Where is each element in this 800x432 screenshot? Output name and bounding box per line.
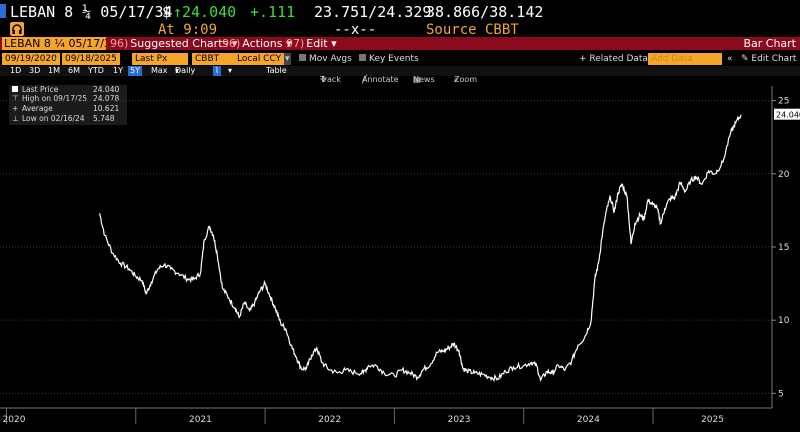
x-axis: 2020 2021 2022 2023 2024 2025: [0, 407, 772, 425]
quote-time: At 9:09: [158, 22, 218, 38]
annotate-label: Annotate: [362, 75, 399, 84]
edit-chart-label: Edit Chart: [751, 54, 797, 64]
chevron-down-icon: ▾: [175, 66, 180, 75]
end-date-field[interactable]: 09/18/2025: [62, 53, 120, 65]
period-1m[interactable]: 1M: [48, 66, 60, 76]
date-separator: -: [55, 54, 59, 64]
quote-size: --x--: [334, 22, 377, 38]
period-5y[interactable]: 5Y: [128, 66, 142, 76]
pencil-icon: ✎: [741, 54, 752, 64]
last-price-line: [99, 114, 742, 383]
checkbox-icon: [359, 54, 366, 61]
y-axis: 5 10 15 20 25: [771, 86, 790, 408]
ticker-subrow: At 9:09 --x-- Source CBBT: [0, 22, 800, 38]
x-tick-label: 2025: [701, 415, 724, 425]
chevron-down-icon[interactable]: ▾: [228, 66, 232, 76]
zoom-label: Zoom: [454, 75, 478, 84]
function-menu-bar: LEBAN 8 ¼ 05/17/3 96) Suggested Charts ▾ …: [0, 37, 800, 50]
x-tick-label: 2020: [3, 415, 26, 425]
chevron-down-icon[interactable]: ▾: [284, 53, 291, 65]
security-field[interactable]: LEBAN 8 ¼ 05/17/3: [2, 37, 106, 50]
last-price-tag: 24.040: [774, 108, 800, 120]
suggested-charts-menu[interactable]: 96) Suggested Charts ▾: [110, 37, 237, 50]
chevron-down-icon: ▾: [327, 37, 337, 50]
price-chart[interactable]: 2020 2021 2022 2023 2024 2025 510152025 24.04…: [0, 86, 800, 432]
actions-code: 96): [222, 37, 241, 50]
headphones-icon[interactable]: [10, 22, 24, 36]
checkbox-icon: [299, 54, 306, 61]
x-tick-label: 2022: [318, 415, 341, 425]
pricing-source: Source CBBT: [426, 22, 519, 38]
suggested-charts-label: Suggested Charts: [130, 37, 229, 50]
x-tick-label: 2021: [189, 415, 212, 425]
security-marker: [0, 4, 6, 18]
last-price: 24.040: [182, 3, 237, 21]
edit-code: 97): [286, 37, 305, 50]
period-bar: 1D 3D 1M 6M YTD 1Y 5Y Max Daily ▾ ⌇ ▾ Ta…: [0, 66, 800, 76]
x-tick-label: 2024: [577, 415, 600, 425]
period-3d[interactable]: 3D: [29, 66, 40, 76]
suggested-charts-code: 96): [110, 37, 129, 50]
last-price-tag-text: 24.040: [776, 111, 800, 120]
collapse-icon[interactable]: «: [724, 53, 736, 65]
chart-controls: 09/19/2020 - 09/18/2025 Last Px CBBT Loc…: [0, 53, 800, 65]
edit-label: Edit: [306, 37, 328, 50]
ticker-row: LEBAN 8 ¼ 05/17/34 $ ↑ 24.040 +.111 23.7…: [0, 0, 800, 22]
actions-menu[interactable]: 96) Actions ▾: [222, 37, 292, 50]
price-prefix: $: [162, 3, 172, 21]
period-max[interactable]: Max: [151, 66, 168, 76]
y-tick-label: 20: [778, 170, 790, 180]
up-arrow-icon: ↑: [173, 3, 183, 21]
edit-menu[interactable]: 97) Edit ▾: [286, 37, 337, 50]
key-events-toggle[interactable]: Key Events: [356, 53, 422, 65]
y-tick-label: 25: [778, 97, 789, 107]
source-selector[interactable]: CBBT: [192, 53, 234, 65]
price-change: +.111: [250, 3, 296, 21]
period-ytd[interactable]: YTD: [88, 66, 104, 76]
period-1d[interactable]: 1D: [10, 66, 21, 76]
currency-selector[interactable]: Local CCY: [234, 53, 284, 65]
mov-avgs-toggle[interactable]: Mov Avgs: [296, 53, 355, 65]
period-1y[interactable]: 1Y: [113, 66, 123, 76]
track-label: Track: [320, 75, 341, 84]
news-label: News: [413, 75, 435, 84]
yield-values: 38.866/38.142: [426, 3, 544, 21]
line-chart-icon[interactable]: ⌇: [213, 66, 221, 76]
add-data-input[interactable]: Add Data: [648, 53, 722, 65]
field-selector[interactable]: Last Px: [132, 53, 188, 65]
ticker-label[interactable]: LEBAN 8 ¼ 05/17/34: [10, 3, 173, 21]
y-tick-label: 10: [778, 316, 790, 326]
key-events-label: Key Events: [369, 54, 419, 64]
edit-chart-button[interactable]: ✎ Edit Chart: [738, 53, 799, 65]
start-date-field[interactable]: 09/19/2020: [2, 53, 60, 65]
related-data-button[interactable]: + Related Data: [576, 53, 651, 65]
period-6m[interactable]: 6M: [68, 66, 80, 76]
mov-avgs-label: Mov Avgs: [309, 54, 352, 64]
bar-chart-title: Bar Chart: [743, 37, 796, 50]
bid-ask: 23.751/24.329: [314, 3, 432, 21]
x-tick-label: 2023: [448, 415, 471, 425]
table-button[interactable]: Table: [266, 66, 287, 76]
y-tick-label: 15: [778, 243, 789, 253]
chart-grid: [0, 100, 772, 394]
y-tick-label: 5: [778, 389, 784, 399]
actions-label: Actions: [242, 37, 283, 50]
